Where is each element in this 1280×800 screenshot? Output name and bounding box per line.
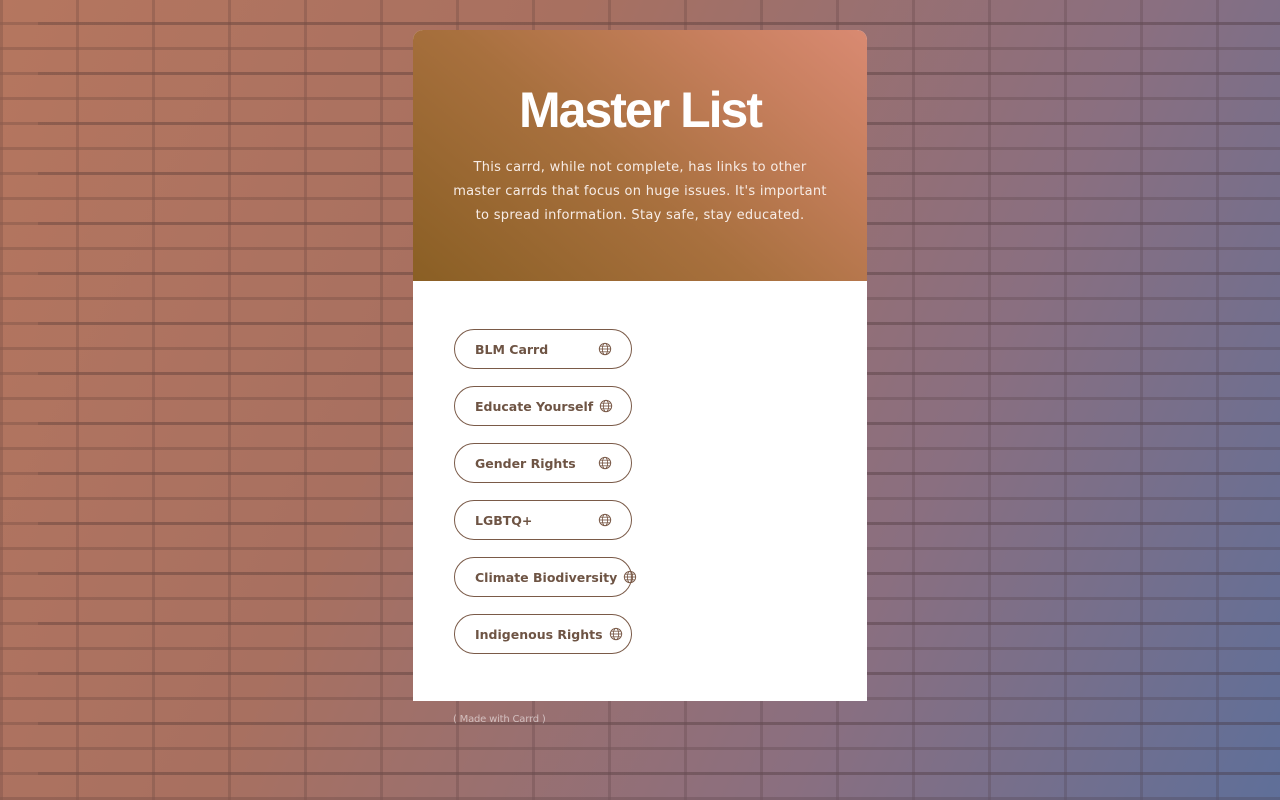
link-button-climate-biodiversity[interactable]: Climate Biodiversity: [454, 557, 637, 597]
link-button-blm-carrd[interactable]: BLM Carrd: [454, 329, 632, 369]
globe-icon: [598, 513, 612, 527]
link-label: Indigenous Rights: [475, 626, 603, 642]
link-button-indigenous-rights[interactable]: Indigenous Rights: [454, 614, 632, 654]
main-card: Master List This carrd, while not comple…: [413, 30, 867, 701]
link-label: Educate Yourself: [475, 398, 594, 414]
page-title: Master List: [519, 82, 763, 138]
link-label: Climate Biodiversity: [475, 569, 618, 585]
card-header: Master List This carrd, while not comple…: [413, 30, 867, 281]
link-button-lgbtq[interactable]: LGBTQ+: [454, 500, 632, 540]
link-button-educate-yourself[interactable]: Educate Yourself: [454, 386, 632, 426]
globe-icon: [600, 399, 613, 413]
globe-icon: [609, 627, 622, 641]
link-label: BLM Carrd: [475, 341, 549, 357]
globe-icon: [598, 342, 612, 356]
globe-icon: [598, 456, 612, 470]
link-label: Gender Rights: [475, 455, 576, 471]
link-list: BLM Carrd Educate Yourself Gender Rights: [454, 329, 637, 671]
globe-icon: [624, 570, 637, 584]
made-with-carrd-link[interactable]: ( Made with Carrd ): [453, 714, 546, 725]
page-description: This carrd, while not complete, has link…: [453, 160, 827, 223]
link-label: LGBTQ+: [475, 512, 533, 528]
link-button-gender-rights[interactable]: Gender Rights: [454, 443, 632, 483]
